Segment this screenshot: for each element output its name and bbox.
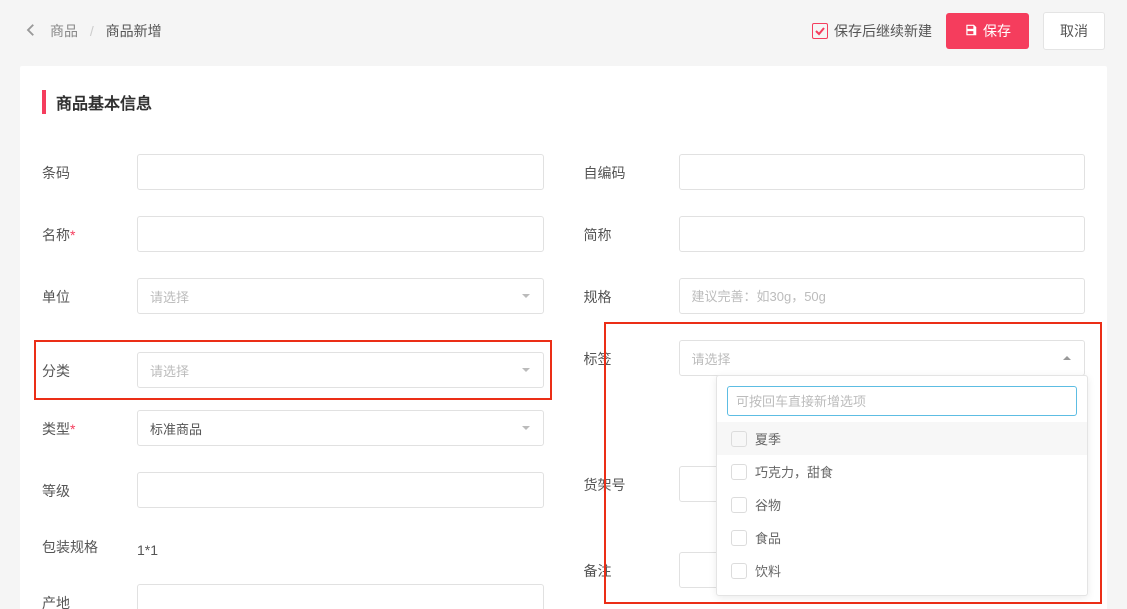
- tag-option[interactable]: 谷物: [717, 488, 1087, 521]
- short-input[interactable]: [679, 216, 1086, 252]
- checkbox-icon: [731, 530, 747, 546]
- save-button[interactable]: 保存: [946, 13, 1029, 49]
- name-label: 名称*: [42, 223, 137, 245]
- tag-option[interactable]: 饮料: [717, 554, 1087, 587]
- chevron-down-icon: [521, 421, 531, 436]
- continue-label: 保存后继续新建: [834, 21, 932, 41]
- type-select[interactable]: 标准商品: [137, 410, 544, 446]
- chevron-down-icon: [521, 289, 531, 304]
- tag-dropdown-search[interactable]: [727, 386, 1077, 416]
- name-input[interactable]: [137, 216, 544, 252]
- breadcrumb-root[interactable]: 商品: [50, 23, 78, 39]
- tag-select[interactable]: 请选择: [679, 340, 1086, 376]
- tag-option[interactable]: 食品: [717, 521, 1087, 554]
- tag-option-label: 夏季: [755, 429, 781, 448]
- shelf-label: 货架号: [584, 473, 679, 495]
- remark-label: 备注: [584, 559, 679, 581]
- checkbox-icon: [731, 563, 747, 579]
- save-icon: [964, 23, 978, 40]
- tag-option-label: 食品: [755, 528, 781, 547]
- chevron-up-icon: [1062, 351, 1072, 366]
- origin-input[interactable]: [137, 584, 544, 609]
- save-label: 保存: [983, 21, 1011, 41]
- checkbox-icon: [731, 464, 747, 480]
- tag-option-label: 巧克力，甜食: [755, 462, 833, 481]
- checkbox-icon: [731, 497, 747, 513]
- tag-dropdown-search-input[interactable]: [736, 394, 1068, 409]
- back-icon[interactable]: [22, 21, 40, 42]
- pack-label: 包装规格: [42, 535, 137, 557]
- unit-label: 单位: [42, 285, 137, 307]
- continue-after-save-checkbox[interactable]: 保存后继续新建: [812, 21, 932, 41]
- barcode-label: 条码: [42, 161, 137, 183]
- unit-placeholder: 请选择: [150, 287, 189, 306]
- short-label: 简称: [584, 223, 679, 245]
- category-select[interactable]: 请选择: [137, 352, 544, 388]
- unit-select[interactable]: 请选择: [137, 278, 544, 314]
- pack-value: 1*1: [137, 534, 544, 558]
- tag-option[interactable]: 夏季: [717, 422, 1087, 455]
- cancel-button[interactable]: 取消: [1043, 12, 1105, 50]
- spec-input[interactable]: [679, 278, 1086, 314]
- section-title: 商品基本信息: [42, 90, 1085, 114]
- tag-dropdown: 夏季 巧克力，甜食 谷物 食品 饮料: [716, 375, 1088, 596]
- breadcrumb-current: 商品新增: [106, 23, 162, 39]
- level-label: 等级: [42, 479, 137, 501]
- type-value: 标准商品: [150, 419, 202, 438]
- spec-label: 规格: [584, 285, 679, 307]
- tag-option-label: 谷物: [755, 495, 781, 514]
- category-label: 分类: [42, 359, 137, 381]
- level-input[interactable]: [137, 472, 544, 508]
- barcode-input[interactable]: [137, 154, 544, 190]
- category-highlight: 分类 请选择: [34, 340, 552, 400]
- selfcode-input[interactable]: [679, 154, 1086, 190]
- breadcrumb-separator: /: [90, 23, 94, 39]
- selfcode-label: 自编码: [584, 161, 679, 183]
- checkbox-icon: [731, 431, 747, 447]
- tag-placeholder: 请选择: [692, 349, 731, 368]
- tag-option-label: 饮料: [755, 561, 781, 580]
- origin-label: 产地: [42, 591, 137, 609]
- chevron-down-icon: [521, 363, 531, 378]
- breadcrumb: 商品 / 商品新增: [50, 21, 162, 41]
- tag-label: 标签: [584, 347, 679, 369]
- tag-option[interactable]: 巧克力，甜食: [717, 455, 1087, 488]
- checkbox-checked-icon: [812, 23, 828, 39]
- category-placeholder: 请选择: [150, 361, 189, 380]
- type-label: 类型*: [42, 417, 137, 439]
